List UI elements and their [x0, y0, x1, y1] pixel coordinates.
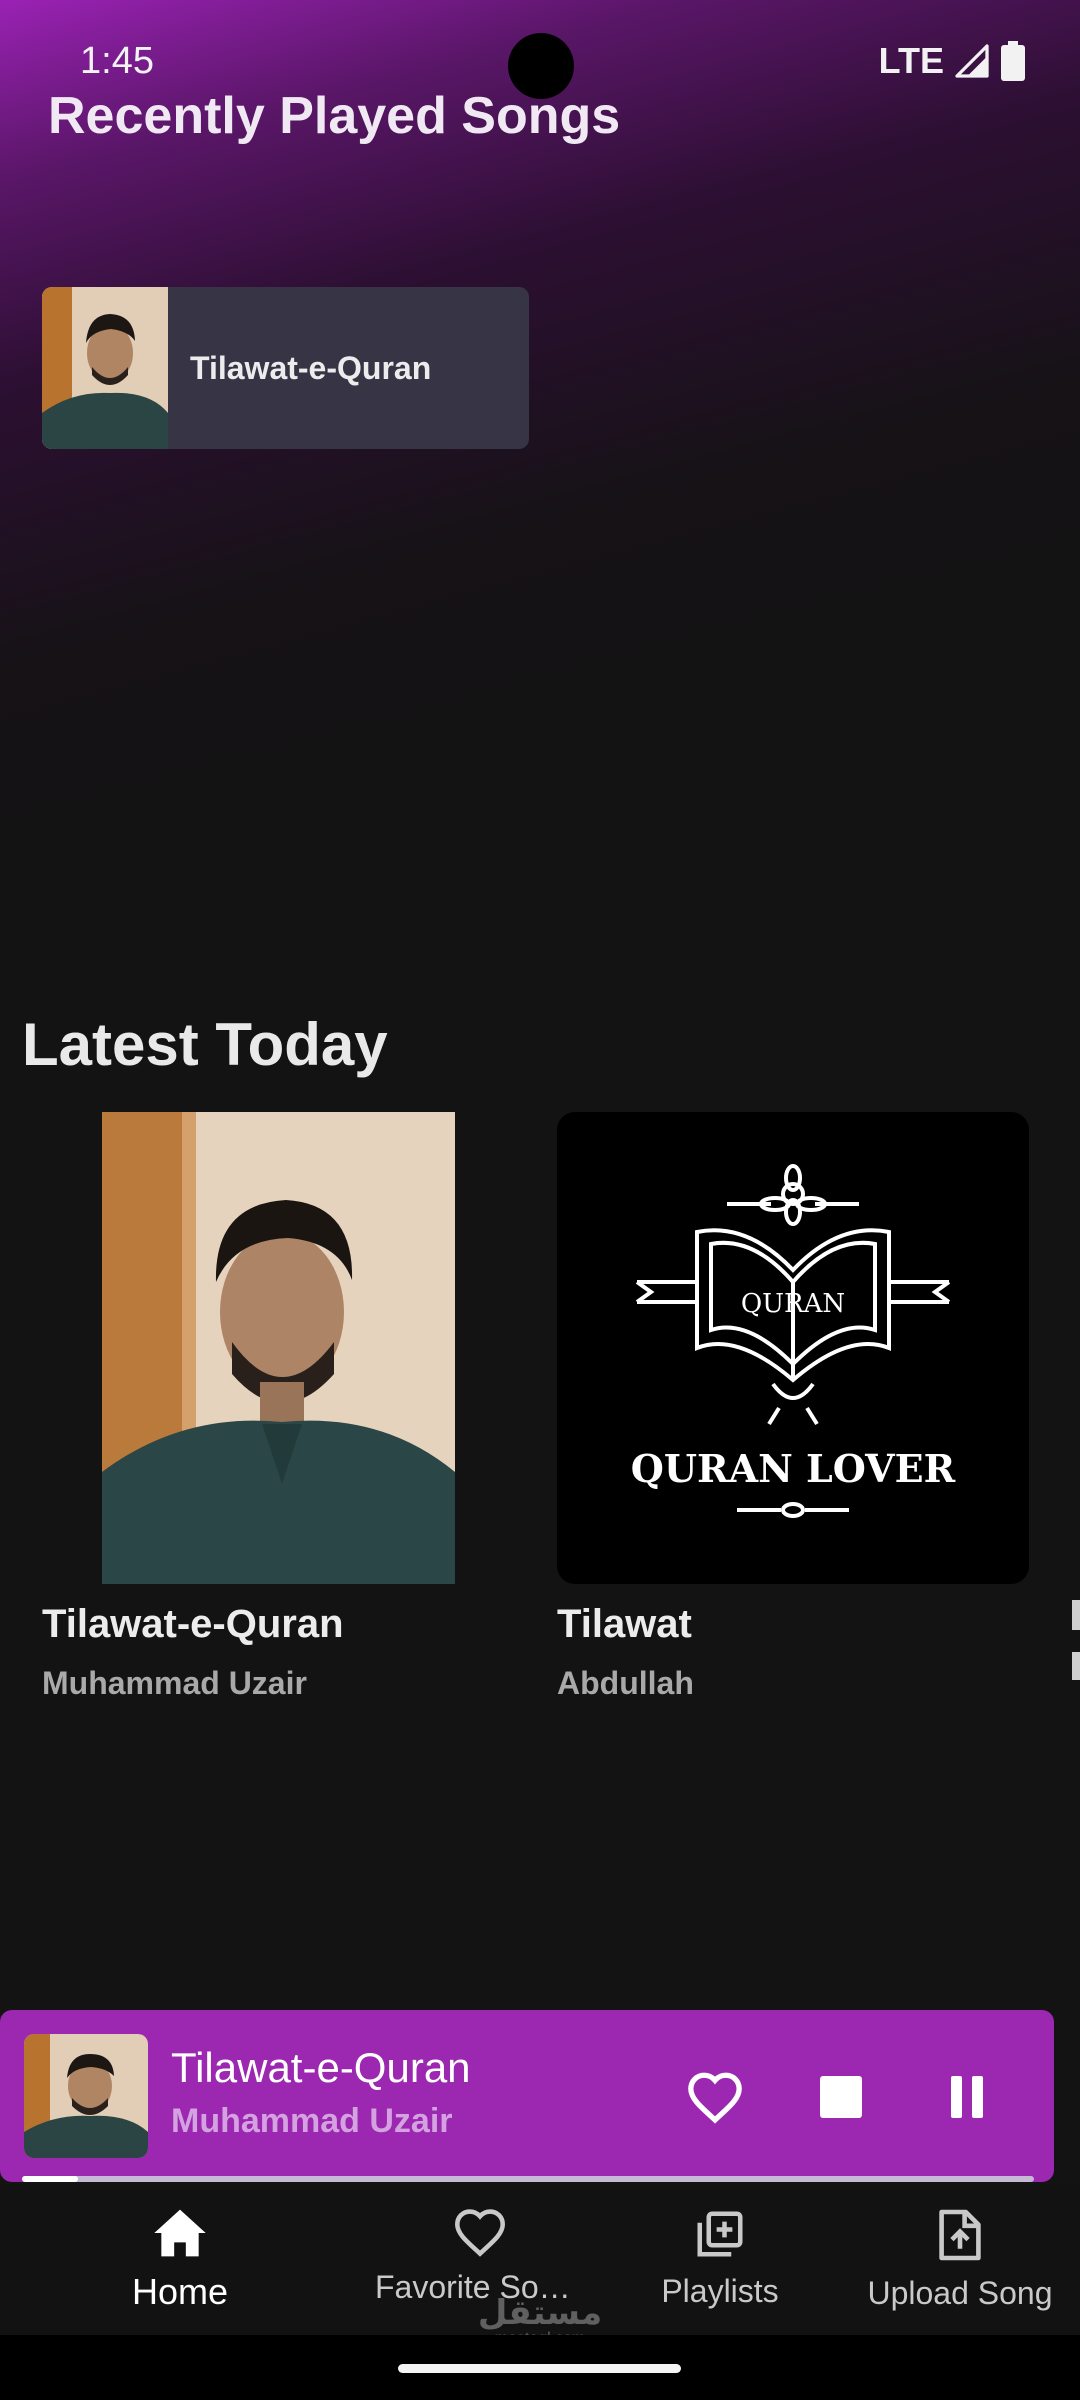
background-gradient [0, 0, 1080, 1000]
status-time: 1:45 [80, 40, 154, 82]
upload-file-icon [939, 2209, 981, 2261]
now-playing-bar[interactable]: Tilawat-e-Quran Muhammad Uzair [0, 2010, 1054, 2182]
pause-icon [951, 2076, 983, 2118]
now-playing-thumbnail [24, 2034, 148, 2158]
nav-favorite-songs[interactable]: Favorite Songs [360, 2207, 600, 2306]
cover-text-quran: QURAN [741, 1289, 845, 1319]
nav-upload-label: Upload Song [867, 2275, 1053, 2311]
stop-button[interactable] [806, 2062, 876, 2132]
song-cover-art [102, 1112, 455, 1584]
battery-icon [1001, 41, 1025, 81]
playback-progress-bar[interactable] [22, 2176, 1034, 2182]
latest-today-heading: Latest Today [22, 1011, 388, 1078]
playlist-add-icon [697, 2211, 743, 2257]
recently-played-heading: Recently Played Songs [48, 87, 621, 145]
nav-home[interactable]: Home [100, 2207, 260, 2313]
favorite-button[interactable] [680, 2062, 750, 2132]
latest-song-artist: Muhammad Uzair [42, 1665, 307, 1701]
nav-home-label: Home [131, 2271, 229, 2312]
home-gesture-handle[interactable] [398, 2364, 681, 2373]
playback-progress-fill [22, 2176, 78, 2182]
latest-song-title: Tilawat [557, 1602, 692, 1646]
nav-upload-song[interactable]: Upload Song [850, 2207, 1070, 2312]
now-playing-title: Tilawat-e-Quran [171, 2044, 471, 2091]
network-type: LTE [878, 40, 944, 81]
latest-song-title: Tilawat-e-Quran [42, 1602, 344, 1646]
cover-text-quran-lover: QURAN LOVER [631, 1446, 956, 1491]
watermark-arabic: مستقل [477, 2293, 603, 2333]
nav-playlists-label: Playlists [661, 2273, 779, 2309]
next-card-peek [1072, 1600, 1080, 1680]
song-thumbnail [42, 287, 168, 449]
heart-icon [688, 2072, 742, 2124]
signal-icon [955, 44, 989, 78]
heart-outline-icon [454, 2209, 506, 2257]
status-indicators: LTE [879, 40, 1026, 82]
stop-icon [820, 2076, 862, 2118]
latest-song-artist: Abdullah [557, 1665, 694, 1701]
now-playing-artist: Muhammad Uzair [171, 2102, 453, 2140]
quran-lover-cover-art: QURAN QURAN LOVER [557, 1112, 1029, 1584]
nav-playlists[interactable]: Playlists [640, 2207, 800, 2310]
recently-played-card[interactable]: Tilawat-e-Quran [42, 287, 529, 449]
home-icon [154, 2209, 206, 2257]
recent-song-title: Tilawat-e-Quran [190, 349, 432, 386]
pause-button[interactable] [932, 2062, 1002, 2132]
